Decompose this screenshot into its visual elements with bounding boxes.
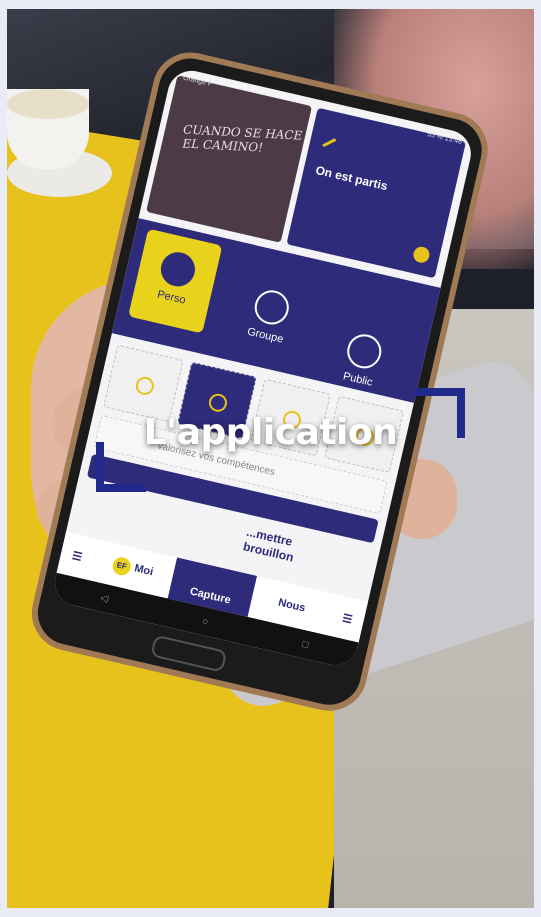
clock-icon [207, 392, 229, 414]
coffee-surface [7, 89, 89, 119]
visibility-public-label: Public [341, 370, 374, 389]
user-avatar-badge: EF [110, 555, 133, 578]
menu-icon[interactable]: ☰ [330, 608, 365, 628]
pencil-icon[interactable] [322, 138, 337, 148]
visibility-groupe-button[interactable]: Groupe [225, 282, 315, 351]
nav-moi-label: Moi [133, 562, 155, 579]
recents-icon[interactable]: □ [301, 639, 309, 651]
nav-nous-label: Nous [277, 596, 307, 615]
menu-icon[interactable]: ☰ [60, 546, 95, 566]
lightbulb-icon [411, 245, 432, 265]
compass-icon [133, 375, 156, 397]
group-icon [251, 287, 293, 328]
photo-card-text: CUANDO SE HACE EL CAMINO! [182, 122, 303, 155]
visibility-groupe-label: Groupe [246, 325, 285, 346]
nav-moi[interactable]: EF Moi [91, 551, 175, 587]
home-icon[interactable]: ○ [201, 615, 209, 627]
nav-nous[interactable]: Nous [251, 591, 333, 621]
nav-capture-label: Capture [188, 585, 232, 607]
overlay-title: L'application [143, 412, 398, 453]
back-icon[interactable]: ◁ [99, 592, 109, 604]
globe-icon [343, 330, 385, 372]
category-tile[interactable] [103, 344, 184, 423]
visibility-perso-label: Perso [156, 288, 187, 307]
visibility-perso-button[interactable]: Perso [128, 228, 223, 334]
phone-home-key [150, 634, 228, 673]
visibility-public-button[interactable]: Public [317, 326, 407, 395]
highlight-card-label: On est partis [314, 162, 389, 194]
person-icon [157, 248, 199, 290]
photo-frame: Orange F 53 % 13:48 CUANDO SE HACE EL CA… [7, 9, 534, 908]
